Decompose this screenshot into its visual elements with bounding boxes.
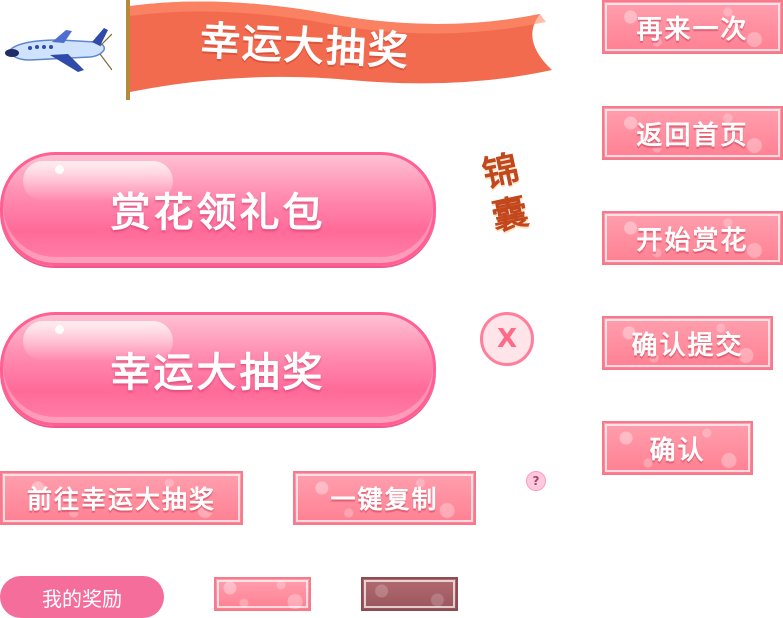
- lottery-button[interactable]: 幸运大抽奖: [0, 312, 436, 426]
- plane-icon: [5, 28, 112, 72]
- close-glyph: X: [496, 324, 518, 354]
- help-icon[interactable]: ?: [526, 471, 546, 491]
- my-rewards-button[interactable]: 我的奖励: [0, 576, 164, 618]
- blank-pink-button[interactable]: [214, 577, 311, 611]
- tips-title: 锦 囊: [467, 145, 549, 265]
- help-glyph: ?: [532, 474, 540, 488]
- my-rewards-label: 我的奖励: [42, 586, 122, 611]
- close-icon[interactable]: X: [480, 312, 534, 366]
- play-again-label: 再来一次: [636, 14, 749, 45]
- copy-label: 一键复制: [330, 485, 439, 514]
- go-lottery-label: 前往幸运大抽奖: [26, 485, 216, 514]
- copy-button[interactable]: 一键复制: [293, 471, 476, 525]
- confirm-submit-label: 确认提交: [631, 330, 744, 361]
- blank-dark-button[interactable]: [361, 577, 458, 611]
- start-viewing-label: 开始赏花: [636, 225, 749, 256]
- confirm-submit-button[interactable]: 确认提交: [602, 316, 773, 370]
- pill-highlight-dot: [55, 325, 64, 334]
- gift-pack-label: 赏花领礼包: [110, 190, 326, 236]
- confirm-button[interactable]: 确认: [602, 421, 753, 475]
- back-home-label: 返回首页: [636, 120, 749, 151]
- start-viewing-button[interactable]: 开始赏花: [602, 211, 783, 265]
- go-lottery-button[interactable]: 前往幸运大抽奖: [0, 471, 243, 525]
- back-home-button[interactable]: 返回首页: [602, 106, 783, 160]
- play-again-button[interactable]: 再来一次: [602, 0, 783, 54]
- pill-highlight-dot: [55, 165, 64, 174]
- confirm-label: 确认: [649, 435, 706, 466]
- gift-pack-button[interactable]: 赏花领礼包: [0, 152, 436, 266]
- lottery-label: 幸运大抽奖: [110, 350, 326, 396]
